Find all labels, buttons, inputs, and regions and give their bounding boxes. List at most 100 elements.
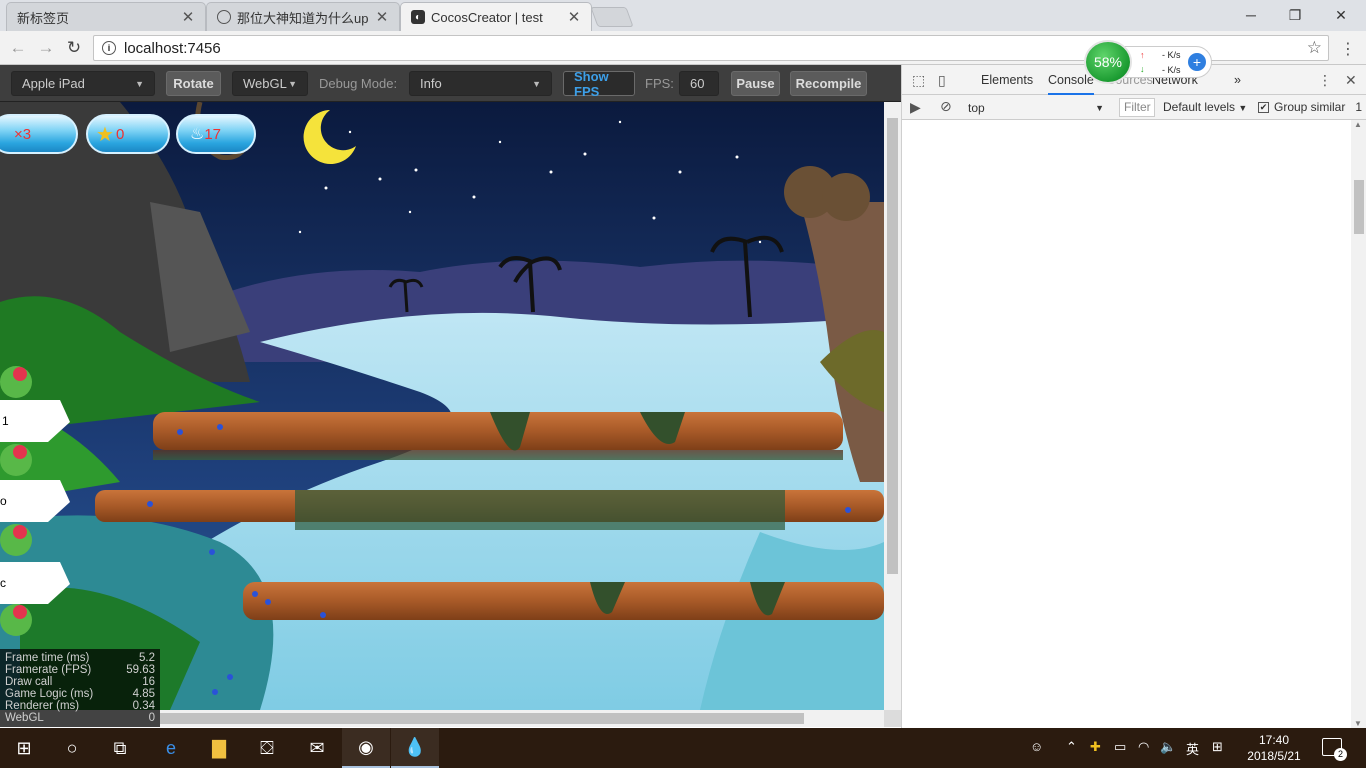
bookmark-star-icon[interactable]: ☆ [1307,38,1322,58]
cortana-search-icon[interactable]: ○ [48,728,96,768]
scroll-thumb[interactable] [160,713,804,724]
game-scene: 431.321940000001405insect.ts:34429.32358… [0,102,884,710]
clear-console-icon[interactable]: ⊘ [940,98,952,115]
battery-icon[interactable]: ▭ [1114,739,1126,755]
star-icon: ★ [96,123,114,146]
tab-overflow[interactable]: » [1234,65,1241,95]
group-similar-label: Group similar [1274,100,1346,114]
scroll-thumb[interactable] [1354,180,1364,234]
chat-bubble-icon [217,10,231,24]
stat-value: 0 [148,712,155,724]
new-tab-button[interactable] [590,7,634,27]
renderer-select[interactable]: WebGL ▼ [232,71,308,96]
edge-browser-icon[interactable]: e [147,728,195,768]
devtools-menu-icon[interactable]: ⋮ [1318,72,1332,89]
fps-label: FPS: [645,76,674,91]
task-view-icon[interactable]: ⧉ [96,728,144,768]
file-explorer-icon[interactable]: ▇ [195,728,243,768]
stat-value: 59.63 [126,664,155,676]
cocos-creator-icon[interactable]: 💧 [391,728,439,768]
scroll-down-icon[interactable]: ▼ [1354,719,1362,728]
lives-value: ×3 [14,125,32,143]
game-canvas[interactable]: 431.321940000001405insect.ts:34429.32358… [0,102,884,710]
ime-grid-icon[interactable]: ⊞ [1212,739,1223,755]
debug-mode-select[interactable]: Info ▼ [409,71,552,96]
tab-title: CocosCreator | test [431,9,543,25]
close-devtools-icon[interactable]: ✕ [1345,72,1357,89]
sidebar-toggle-icon[interactable]: ▶ [910,99,921,116]
browser-tab-cocos[interactable]: ◐ CocosCreator | test ✕ [400,2,592,31]
stat-row: Frame time (ms) 5.2 [5,652,155,664]
hidden-count: 1 [1355,100,1363,114]
memory-usage-ball[interactable]: 58% [1084,40,1132,84]
upload-speed: - K/s [1162,50,1181,60]
console-scrollbar[interactable]: ▲ ▼ [1351,120,1366,728]
scroll-thumb[interactable] [887,118,898,574]
mail-icon[interactable]: ✉ [293,728,341,768]
rotate-button[interactable]: Rotate [166,71,221,96]
people-icon[interactable]: ☺ [1030,739,1043,754]
inspect-element-icon[interactable]: ⬚ [912,72,925,89]
recompile-button[interactable]: Recompile [790,71,867,96]
debug-mode-label: Debug Mode: [319,76,398,91]
context-value: top [968,100,985,115]
context-select[interactable]: top ▼ [968,98,1104,117]
back-arrow-icon[interactable]: ← [6,36,30,60]
console-toolbar: ▶ ⊘ top ▼ Filter Default levels ▼ ✔ Grou… [902,95,1366,120]
log-3 [243,582,884,620]
renderer-select-value: WebGL [243,76,287,91]
stat-label: Frame time (ms) [5,652,90,664]
info-icon[interactable]: i [102,41,116,55]
caret-down-icon: ▼ [1095,102,1104,113]
device-select[interactable]: Apple iPad ▼ [11,71,155,96]
log-levels-select[interactable]: Default levels ▼ [1163,100,1247,114]
restore-icon[interactable]: ❐ [1272,0,1318,30]
minimize-icon[interactable]: ─ [1228,0,1274,30]
close-icon[interactable]: ✕ [567,8,581,26]
cocos-preview-toolbar: Apple iPad ▼ Rotate WebGL ▼ Debug Mode: … [0,65,901,102]
stat-row: WebGL 0 [5,712,155,724]
cocos-logo-icon: ◐ [411,10,425,24]
group-similar-checkbox[interactable]: ✔ Group similar 1 [1258,100,1362,114]
volume-icon[interactable]: 🔈 [1160,739,1176,755]
taskbar-clock[interactable]: 17:40 2018/5/21 [1245,732,1303,764]
filter-input[interactable]: Filter [1119,98,1155,117]
store-icon[interactable]: ⛋ [243,728,291,768]
stat-label: Framerate (FPS) [5,664,92,676]
close-icon[interactable]: ✕ [375,8,389,26]
console-log [902,120,1351,728]
show-fps-button[interactable]: Show FPS [563,69,635,99]
forward-arrow-icon[interactable]: → [34,36,58,60]
browser-menu-icon[interactable]: ⋮ [1340,39,1356,59]
net-speed-widget[interactable]: 58% ↑ ↓ - K/s - K/s + [1084,40,1212,84]
close-icon[interactable]: ✕ [181,8,195,26]
browser-tab-new[interactable]: 新标签页 ✕ [6,2,206,31]
coconut [822,173,870,221]
scroll-corner [884,710,901,727]
tab-elements[interactable]: Elements [981,65,1033,95]
chrome-icon[interactable]: ◉ [342,728,390,768]
insect-counter: ♨ 17 [176,114,256,154]
device-select-value: Apple iPad [22,76,85,91]
browser-tab-forum[interactable]: 那位大神知道为什么upd ✕ [206,2,400,31]
ime-language[interactable]: 英 [1186,739,1199,758]
fps-input[interactable]: 60 [679,71,719,96]
scroll-up-icon[interactable]: ▲ [1354,120,1362,129]
caret-down-icon: ▼ [532,78,541,89]
wifi-icon[interactable]: ◠ [1138,739,1149,755]
stat-label: Renderer (ms) [5,700,80,712]
close-window-icon[interactable]: ✕ [1318,0,1364,30]
game-vertical-scrollbar[interactable] [884,102,901,710]
tray-app-icon[interactable]: ✚ [1090,739,1101,755]
reload-icon[interactable]: ↻ [62,36,86,60]
log-1-reflection [153,450,843,460]
device-toolbar-icon[interactable]: ▯ [938,72,946,89]
pause-button[interactable]: Pause [731,71,780,96]
insect-word-label: 1 [2,414,9,428]
action-center-icon[interactable]: 2 [1322,738,1347,761]
plus-icon[interactable]: + [1188,53,1206,71]
tray-expand-icon[interactable]: ⌃ [1066,739,1077,755]
stat-label: Game Logic (ms) [5,688,94,700]
windows-start-icon[interactable]: ⊞ [0,728,48,768]
browser-tab-bar: 新标签页 ✕ 那位大神知道为什么upd ✕ ◐ CocosCreator | t… [0,0,1366,31]
